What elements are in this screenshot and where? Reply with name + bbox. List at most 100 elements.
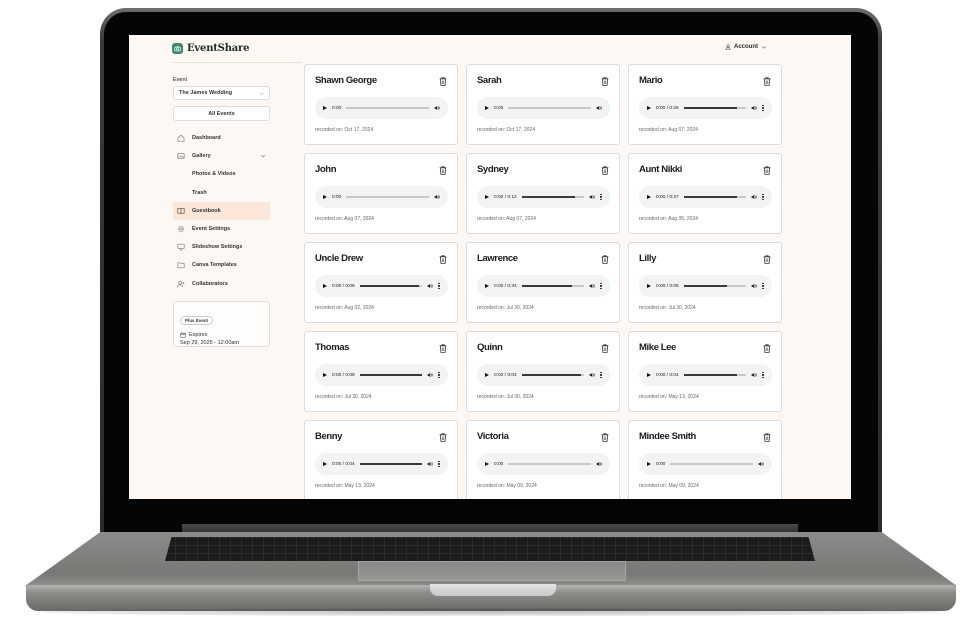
guest-name: Benny [315,431,343,442]
audio-progress-track[interactable] [683,196,746,198]
sidebar-item-gallery[interactable]: Gallery [173,147,270,165]
laptop-mockup: EventShare Account Event The James Weddi… [0,0,980,625]
volume-icon[interactable] [589,283,595,289]
audio-progress-track[interactable] [359,463,422,465]
trash-icon[interactable] [601,77,609,86]
trash-icon[interactable] [601,344,609,353]
volume-icon[interactable] [427,283,433,289]
sidebar-item-dashboard[interactable]: Dashboard [173,129,270,147]
all-events-button[interactable]: All Events [173,106,270,121]
play-icon[interactable] [485,284,489,288]
more-options-icon[interactable] [762,371,764,379]
trash-icon[interactable] [439,77,447,86]
audio-progress-track[interactable] [359,285,422,287]
audio-progress-track[interactable] [508,463,591,465]
app-logo[interactable]: EventShare [172,43,249,54]
trash-icon[interactable] [763,344,771,353]
sidebar-item-canva-templates[interactable]: Canva Templates [173,256,270,274]
sidebar-item-slideshow-settings[interactable]: Slideshow Settings [173,238,270,256]
volume-icon[interactable] [758,461,764,467]
audio-player: 0:00 [315,186,448,208]
audio-progress-fill [359,463,422,465]
audio-progress-track[interactable] [521,285,584,287]
play-icon[interactable] [323,195,327,199]
volume-icon[interactable] [751,194,757,200]
audio-progress-track[interactable] [683,374,746,376]
volume-icon[interactable] [751,372,757,378]
app-name: EventShare [187,43,250,54]
volume-icon[interactable] [596,105,602,111]
top-bar: EventShare Account [129,35,851,63]
audio-progress-track[interactable] [670,463,753,465]
trash-icon[interactable] [439,255,447,264]
more-options-icon[interactable] [762,104,764,112]
volume-icon[interactable] [434,194,440,200]
more-options-icon[interactable] [600,282,602,290]
more-options-icon[interactable] [762,282,764,290]
more-options-icon[interactable] [438,371,440,379]
play-icon[interactable] [647,195,651,199]
recorded-date: recorded on: Aug 07, 2024 [477,216,536,222]
play-icon[interactable] [647,106,651,110]
more-options-icon[interactable] [600,193,602,201]
more-options-icon[interactable] [438,282,440,290]
volume-icon[interactable] [427,461,433,467]
play-icon[interactable] [647,462,651,466]
audio-progress-track[interactable] [683,107,746,109]
recording-card: Sarah 0:00 recorded on: Oct 17, 2024 [466,64,620,145]
volume-icon[interactable] [434,105,440,111]
more-options-icon[interactable] [762,193,764,201]
play-icon[interactable] [485,195,489,199]
volume-icon[interactable] [751,105,757,111]
sidebar-item-trash[interactable]: Trash [173,184,270,202]
sidebar-item-event-settings[interactable]: Event Settings [173,220,270,238]
account-menu[interactable]: Account [725,44,767,50]
volume-icon[interactable] [589,372,595,378]
volume-icon[interactable] [427,372,433,378]
sidebar: Event The James Wedding All Events Dashb… [173,77,270,347]
trash-icon[interactable] [439,166,447,175]
play-icon[interactable] [323,373,327,377]
audio-progress-track[interactable] [346,196,429,198]
audio-player: 0:00 [477,97,610,119]
volume-icon[interactable] [596,461,602,467]
chevron-down-icon[interactable] [260,153,266,159]
audio-time: 0:00 / 0:08 [332,372,355,378]
trash-icon[interactable] [763,166,771,175]
trash-icon[interactable] [601,166,609,175]
more-options-icon[interactable] [600,371,602,379]
play-icon[interactable] [323,284,327,288]
trash-icon[interactable] [439,433,447,442]
sidebar-item-guestbook[interactable]: Guestbook [173,201,270,220]
recording-card: Shawn George 0:00 recorded on: Oct 17, 2… [304,64,458,145]
play-icon[interactable] [647,373,651,377]
play-icon[interactable] [485,462,489,466]
trash-icon[interactable] [763,77,771,86]
header-divider [172,62,302,63]
play-icon[interactable] [647,284,651,288]
audio-progress-track[interactable] [521,196,584,198]
play-icon[interactable] [323,462,327,466]
play-icon[interactable] [485,373,489,377]
play-icon[interactable] [485,106,489,110]
audio-progress-track[interactable] [359,374,422,376]
trash-icon[interactable] [763,255,771,264]
guest-name: John [315,164,337,175]
trash-icon[interactable] [763,433,771,442]
play-icon[interactable] [323,106,327,110]
volume-icon[interactable] [751,283,757,289]
sidebar-item-photos-videos[interactable]: Photos & Videos [173,165,270,183]
audio-progress-track[interactable] [508,107,591,109]
volume-icon[interactable] [589,194,595,200]
audio-time: 0:00 [332,194,342,200]
audio-progress-track[interactable] [346,107,429,109]
trash-icon[interactable] [601,433,609,442]
audio-progress-track[interactable] [521,374,584,376]
more-options-icon[interactable] [438,460,440,468]
trash-icon[interactable] [439,344,447,353]
audio-progress-track[interactable] [683,285,746,287]
sidebar-item-collaborators[interactable]: Collaborators [173,275,270,293]
trash-icon[interactable] [601,255,609,264]
event-select[interactable]: The James Wedding [173,86,270,100]
recorded-date: recorded on: Jul 30, 2024 [477,305,534,311]
